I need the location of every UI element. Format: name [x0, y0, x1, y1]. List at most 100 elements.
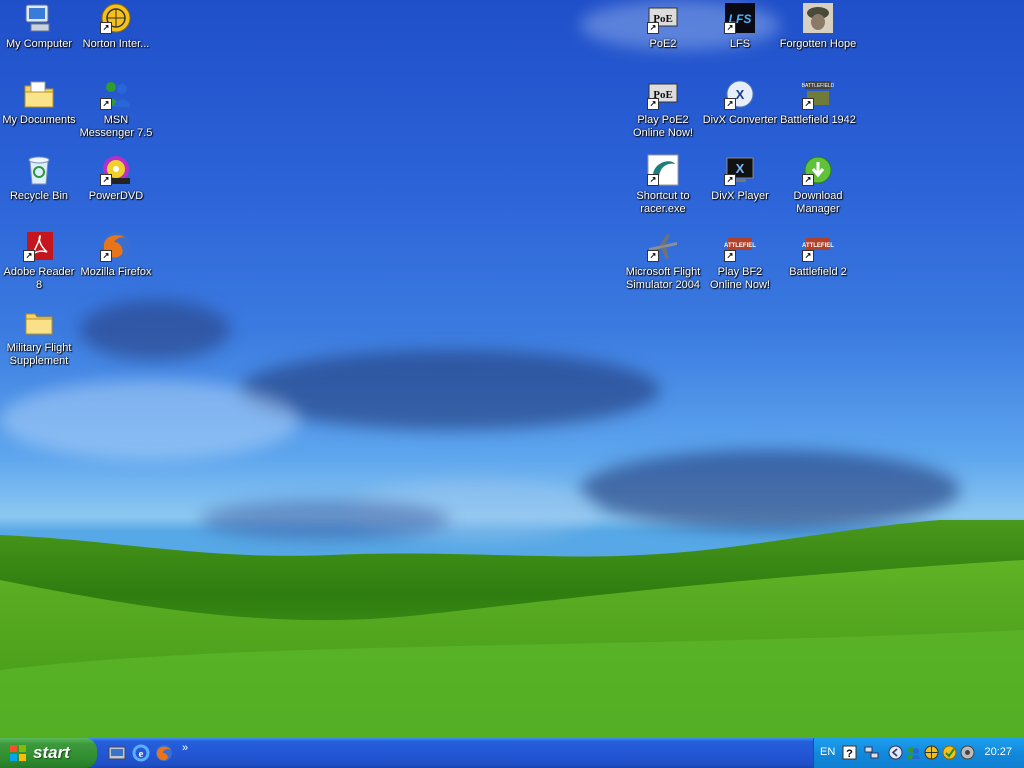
- shortcut-arrow-icon: ↗: [724, 98, 736, 110]
- shortcut-arrow-icon: ↗: [802, 98, 814, 110]
- desktop-icon-recycle-bin[interactable]: Recycle Bin: [0, 154, 78, 203]
- msn-messenger-icon: ↗: [100, 78, 132, 110]
- shortcut-arrow-icon: ↗: [802, 174, 814, 186]
- divx-converter-icon: X ↗: [724, 78, 756, 110]
- download-manager-icon: ↗: [802, 154, 834, 186]
- firefox-icon[interactable]: [155, 744, 173, 762]
- norton-icon[interactable]: [942, 745, 957, 760]
- icon-label: Battlefield 2: [789, 266, 847, 278]
- icon-label: Shortcut to racer.exe: [636, 190, 690, 215]
- desktop-icon-lfs[interactable]: LFS ↗ LFS: [701, 2, 779, 51]
- divx-player-icon: X ↗: [724, 154, 756, 186]
- battlefield1942-icon: BATTLEFIELD ↗: [802, 78, 835, 110]
- icon-label: PoE2: [649, 38, 677, 50]
- windows-logo-icon: [10, 745, 26, 761]
- poe2-online-icon: PoE ↗: [647, 78, 679, 110]
- shortcut-arrow-icon: ↗: [100, 22, 112, 34]
- norton-icon: ↗: [100, 2, 132, 34]
- battlefield2-online-icon: BATTLEFIELD ↗: [720, 230, 761, 262]
- desktop-icon-norton[interactable]: ↗ Norton Inter...: [77, 2, 155, 51]
- shortcut-arrow-icon: ↗: [802, 250, 814, 262]
- desktop-icon-poe2[interactable]: PoE ↗ PoE2: [624, 2, 702, 51]
- desktop-icon-battlefield-2[interactable]: BATTLEFIELD ↗ Battlefield 2: [779, 230, 857, 279]
- firefox-icon: ↗: [100, 230, 132, 262]
- desktop-icon-download-manager[interactable]: ↗ Download Manager: [779, 154, 857, 216]
- clock[interactable]: 20:27: [984, 746, 1012, 758]
- shortcut-arrow-icon: ↗: [23, 250, 35, 262]
- globe-icon[interactable]: [924, 745, 939, 760]
- icon-label: MSN Messenger 7.5: [79, 114, 153, 139]
- shortcut-arrow-icon: ↗: [100, 174, 112, 186]
- green-hills: [0, 520, 1024, 738]
- svg-text:BATTLEFIELD: BATTLEFIELD: [724, 243, 756, 249]
- internet-explorer-icon[interactable]: e: [132, 744, 150, 762]
- my-computer-icon: [23, 2, 55, 34]
- show-desktop-icon[interactable]: [108, 744, 126, 762]
- desktop-icon-my-computer[interactable]: My Computer: [0, 2, 78, 51]
- quick-launch-overflow-chevron[interactable]: »: [182, 742, 188, 754]
- icon-label: Recycle Bin: [9, 190, 69, 202]
- icon-label: My Documents: [2, 114, 76, 126]
- start-button[interactable]: start: [0, 738, 97, 768]
- shortcut-arrow-icon: ↗: [647, 174, 659, 186]
- battlefield2-icon: BATTLEFIELD ↗: [798, 230, 839, 262]
- desktop-icon-forgotten-hope[interactable]: Forgotten Hope: [779, 2, 857, 51]
- svg-text:X: X: [736, 161, 745, 176]
- desktop-icon-military-flight[interactable]: Military Flight Supplement: [0, 306, 78, 368]
- poe2-icon: PoE ↗: [647, 2, 679, 34]
- shortcut-arrow-icon: ↗: [724, 22, 736, 34]
- forgotten-hope-icon: [802, 2, 834, 34]
- icon-label: Microsoft Flight Simulator 2004: [625, 266, 701, 291]
- help-icon[interactable]: ?: [842, 745, 857, 760]
- desktop-icon-play-poe2[interactable]: PoE ↗ Play PoE2 Online Now!: [624, 78, 702, 140]
- folder-documents-icon: [23, 78, 55, 110]
- desktop-icon-battlefield-1942[interactable]: BATTLEFIELD ↗ Battlefield 1942: [779, 78, 857, 127]
- desktop: My Computer My Documents Recycle Bin ↗ A…: [0, 0, 1024, 738]
- icon-label: Mozilla Firefox: [80, 266, 152, 278]
- icon-label: DivX Converter: [702, 114, 778, 126]
- volume-icon[interactable]: [960, 745, 975, 760]
- system-tray: EN ? 20:27: [813, 738, 1024, 768]
- airplane-icon: ↗: [647, 230, 679, 262]
- desktop-icon-divx-player[interactable]: X ↗ DivX Player: [701, 154, 779, 203]
- shortcut-arrow-icon: ↗: [647, 250, 659, 262]
- recycle-bin-icon: [23, 154, 55, 186]
- svg-text:e: e: [139, 748, 144, 760]
- lfs-icon: LFS ↗: [724, 2, 756, 34]
- desktop-icon-adobe-reader[interactable]: ↗ Adobe Reader 8: [0, 230, 78, 292]
- desktop-icon-firefox[interactable]: ↗ Mozilla Firefox: [77, 230, 155, 279]
- icon-label: Military Flight Supplement: [6, 342, 72, 367]
- desktop-icon-powerdvd[interactable]: ↗ PowerDVD: [77, 154, 155, 203]
- desktop-icon-racer[interactable]: ↗ Shortcut to racer.exe: [624, 154, 702, 216]
- adobe-reader-icon: ↗: [23, 230, 55, 262]
- svg-text:BATTLEFIELD: BATTLEFIELD: [802, 83, 834, 89]
- network-icon[interactable]: [864, 745, 879, 760]
- shortcut-arrow-icon: ↗: [724, 174, 736, 186]
- shortcut-arrow-icon: ↗: [100, 250, 112, 262]
- icon-label: Play BF2 Online Now!: [710, 266, 770, 291]
- shortcut-arrow-icon: ↗: [647, 22, 659, 34]
- icon-label: PowerDVD: [88, 190, 144, 202]
- icon-label: Norton Inter...: [82, 38, 150, 50]
- icon-label: Download Manager: [793, 190, 843, 215]
- desktop-icon-my-documents[interactable]: My Documents: [0, 78, 78, 127]
- icon-label: Forgotten Hope: [779, 38, 857, 50]
- racer-icon: ↗: [647, 154, 679, 186]
- desktop-icon-divx-converter[interactable]: X ↗ DivX Converter: [701, 78, 779, 127]
- powerdvd-icon: ↗: [100, 154, 132, 186]
- icon-label: DivX Player: [711, 190, 769, 202]
- language-indicator[interactable]: EN: [820, 746, 835, 758]
- icon-label: LFS: [729, 38, 751, 50]
- svg-text:BATTLEFIELD: BATTLEFIELD: [802, 243, 834, 249]
- start-label: start: [33, 743, 70, 762]
- taskbar: start e » EN ? 20:27: [0, 738, 1024, 768]
- msn-icon[interactable]: [906, 745, 921, 760]
- icon-label: Battlefield 1942: [780, 114, 856, 126]
- shortcut-arrow-icon: ↗: [724, 250, 736, 262]
- desktop-icon-play-bf2[interactable]: BATTLEFIELD ↗ Play BF2 Online Now!: [701, 230, 779, 292]
- svg-text:?: ?: [846, 748, 853, 760]
- back-icon[interactable]: [888, 745, 903, 760]
- desktop-icon-msn[interactable]: ↗ MSN Messenger 7.5: [77, 78, 155, 140]
- folder-icon: [23, 306, 55, 338]
- desktop-icon-flight-sim[interactable]: ↗ Microsoft Flight Simulator 2004: [624, 230, 702, 292]
